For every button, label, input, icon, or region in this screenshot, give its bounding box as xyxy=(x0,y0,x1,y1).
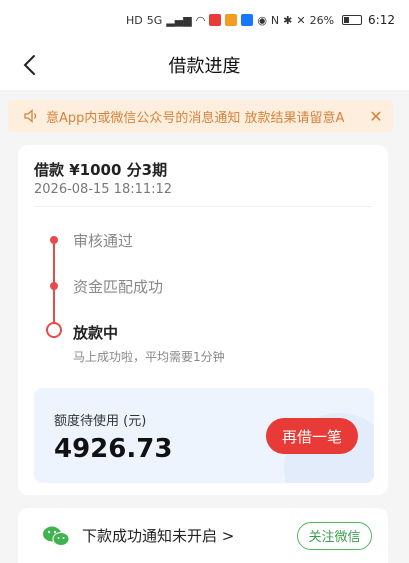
timeline-current-ring xyxy=(46,322,62,338)
status-icons: HD 5G ▂▄▆ ◠ ◉ N ✱ ✕ 26% xyxy=(126,13,363,27)
timeline-current-sub: 马上成功啦，平均需要1分钟 xyxy=(73,350,225,364)
quota-label: 额度待使用 (元) xyxy=(54,414,147,429)
page-title: 借款进度 xyxy=(168,56,241,77)
follow-wechat-button[interactable]: 关注微信 xyxy=(297,521,372,550)
divider xyxy=(34,206,372,207)
close-icon[interactable]: ✕ xyxy=(367,107,385,126)
wifi-icon: ◠ xyxy=(195,13,206,27)
loan-card: 借款 ¥1000 分3期 2026-08-15 18:11:12 审核通过 资金… xyxy=(18,145,388,495)
signal-icon: ▂▄▆ xyxy=(166,13,192,27)
quota-amount: 4926.73 xyxy=(54,434,173,464)
back-button[interactable] xyxy=(14,50,44,80)
alipay-icon xyxy=(241,14,254,26)
speaker-icon xyxy=(24,109,37,123)
timeline-step: 资金匹配成功 xyxy=(73,278,164,296)
nfc-icon: N xyxy=(270,13,280,27)
bluetooth-icon: ✱ xyxy=(283,13,293,27)
quota-panel: 额度待使用 (元) 4926.73 再借一笔 xyxy=(34,388,374,483)
timeline-dot xyxy=(50,236,58,244)
notice-banner: 意App内或微信公众号的消息通知 放款结果请留意A ✕ xyxy=(8,100,393,132)
network-label: 5G xyxy=(146,13,163,27)
clock: 6:12 xyxy=(368,13,395,27)
wechat-notify-card[interactable]: 下款成功通知未开启 > 关注微信 xyxy=(18,508,388,563)
borrow-again-button[interactable]: 再借一笔 xyxy=(266,418,358,454)
wechat-icon xyxy=(43,526,70,546)
wechat-notify-text[interactable]: 下款成功通知未开启 > xyxy=(82,525,297,546)
timeline-dot xyxy=(50,282,58,290)
timeline-step: 审核通过 xyxy=(73,232,134,250)
status-bar: HD 5G ▂▄▆ ◠ ◉ N ✱ ✕ 26% 6:12 xyxy=(0,0,409,40)
timeline-current-step: 放款中 xyxy=(73,324,119,342)
hd-icon: HD xyxy=(126,13,143,27)
eye-icon: ◉ xyxy=(257,13,267,27)
battery-percent: 26% xyxy=(309,13,335,27)
battery-icon xyxy=(342,15,363,25)
loan-time: 2026-08-15 18:11:12 xyxy=(34,182,173,197)
video-app-icon xyxy=(225,14,238,26)
notice-text: 意App内或微信公众号的消息通知 放款结果请留意A xyxy=(46,110,345,126)
app-notification-icon xyxy=(209,14,222,26)
loan-title: 借款 ¥1000 分3期 xyxy=(34,161,168,179)
nav-header: 借款进度 xyxy=(0,40,409,90)
mute-icon: ✕ xyxy=(296,13,306,27)
chevron-left-icon xyxy=(23,55,35,75)
